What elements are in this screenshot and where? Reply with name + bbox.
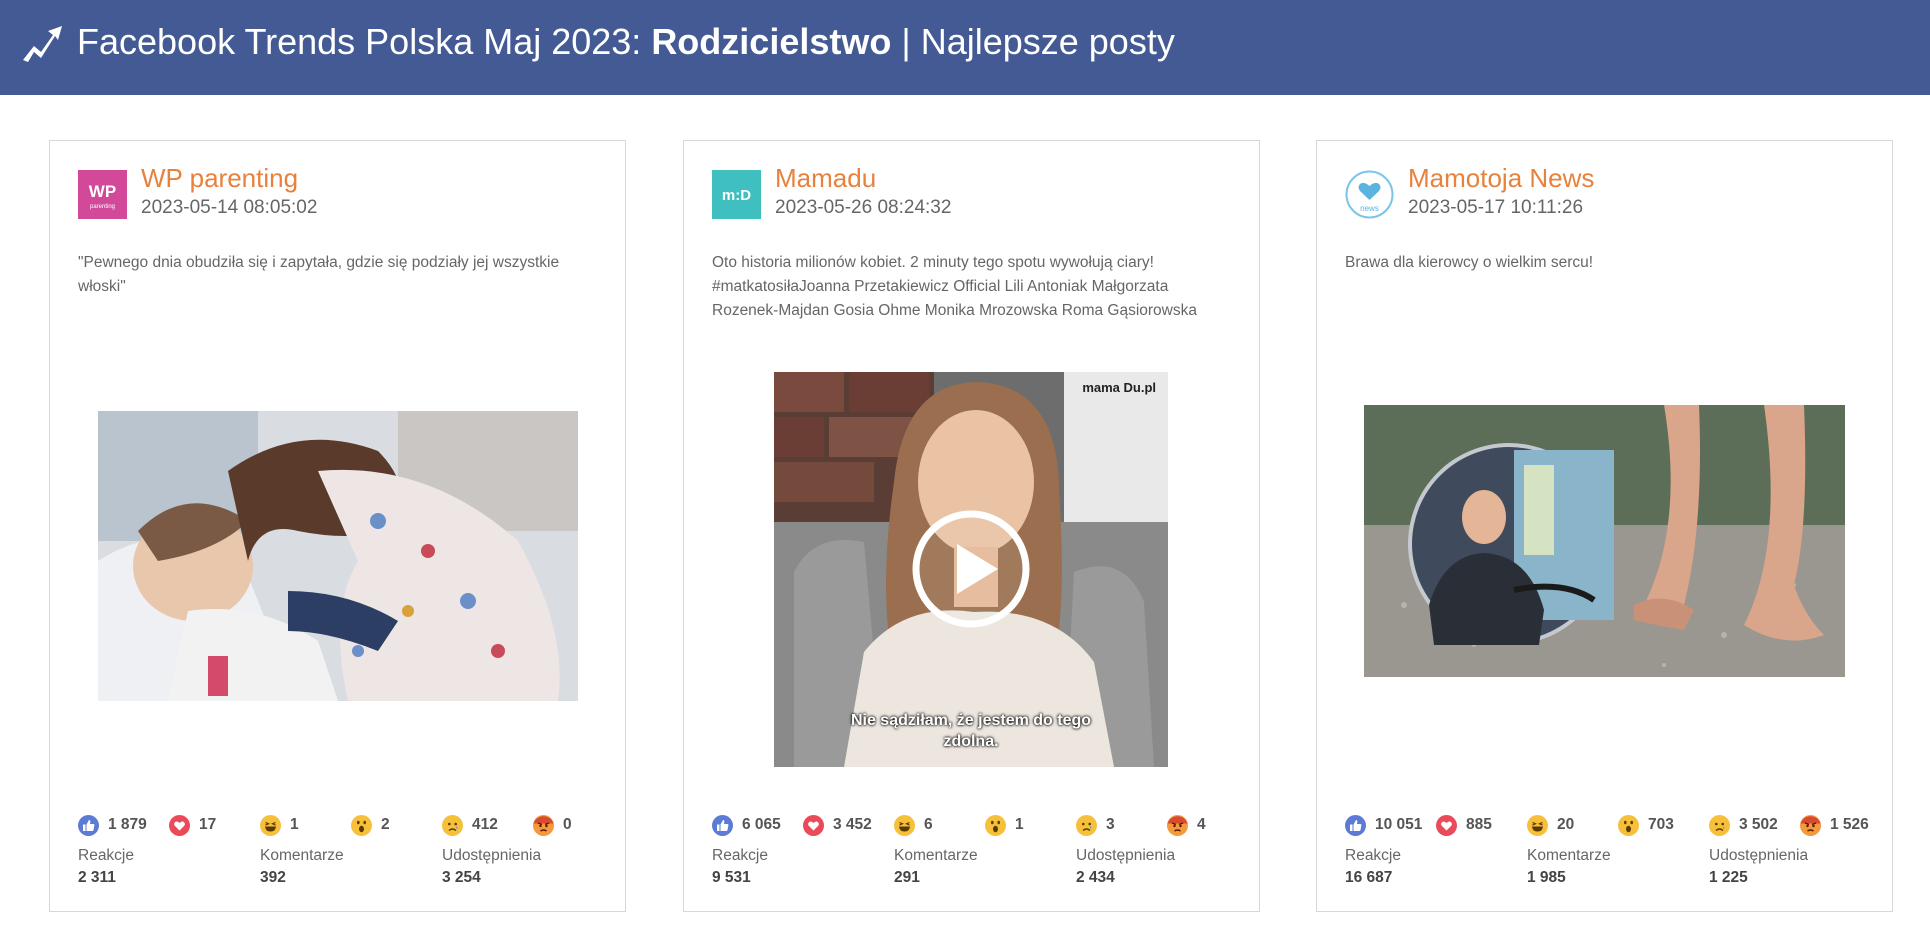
shares-total: 2 434 — [1076, 869, 1115, 886]
wow-icon — [985, 814, 1006, 836]
svg-text:news: news — [1360, 204, 1379, 213]
post-text: Brawa dla kierowcy o wielkim sercu! — [1345, 254, 1594, 271]
angry-icon — [1167, 814, 1188, 836]
angry-count: 4 — [1197, 816, 1206, 833]
reactions-label: Reakcje — [712, 847, 768, 864]
post-date: 2023-05-26 08:24:32 — [775, 197, 952, 218]
post-text: Oto historia milionów kobiet. 2 minuty t… — [712, 254, 1197, 319]
trend-arrow-icon — [23, 26, 62, 62]
comments-label: Komentarze — [1527, 847, 1611, 864]
love-icon — [1436, 814, 1457, 836]
post-text: "Pewnego dnia obudziła się i zapytała, g… — [78, 254, 560, 295]
page-header: Facebook Trends Polska Maj 2023: Rodzici… — [0, 0, 1930, 95]
comments-total: 392 — [260, 869, 286, 886]
post-card: WP parenting WP parenting 2023-05-14 08:… — [49, 140, 626, 912]
shares-total: 3 254 — [442, 869, 481, 886]
reactions-total: 9 531 — [712, 869, 751, 886]
post-card: m:D Mamadu 2023-05-26 08:24:32 Oto histo… — [683, 140, 1260, 912]
sad-icon — [442, 814, 463, 836]
post-date: 2023-05-14 08:05:02 — [141, 197, 318, 218]
haha-icon — [260, 814, 281, 836]
reactions-total: 2 311 — [78, 869, 116, 886]
comments-total: 1 985 — [1527, 869, 1566, 886]
haha-count: 1 — [290, 816, 299, 833]
shares-label: Udostępnienia — [1709, 847, 1809, 864]
post-image[interactable] — [1364, 405, 1845, 677]
video-watermark: mama Du.pl — [1082, 380, 1156, 395]
sad-icon — [1076, 814, 1097, 836]
page-name-link[interactable]: Mamotoja News — [1408, 163, 1594, 194]
like-icon — [712, 814, 733, 836]
svg-text:m:D: m:D — [722, 187, 751, 204]
like-count: 10 051 — [1375, 816, 1423, 833]
wow-count: 2 — [381, 816, 390, 833]
wow-count: 703 — [1648, 816, 1674, 833]
love-count: 3 452 — [833, 816, 872, 833]
page-title: Facebook Trends Polska Maj 2023: Rodzici… — [77, 21, 1175, 62]
post-date: 2023-05-17 10:11:26 — [1408, 197, 1584, 218]
reaction-stats: 10 051 885 20 703 3 502 1 526 — [1345, 813, 1885, 837]
page-name-link[interactable]: Mamadu — [775, 163, 876, 194]
comments-label: Komentarze — [260, 847, 344, 864]
like-count: 6 065 — [742, 816, 781, 833]
haha-icon — [894, 814, 915, 836]
reactions-total: 16 687 — [1345, 869, 1393, 886]
like-icon — [78, 814, 99, 836]
reaction-stats: 1 879 17 1 2 412 0 — [78, 813, 618, 837]
angry-count: 1 526 — [1830, 816, 1869, 833]
wp-parenting-avatar[interactable]: WP parenting — [78, 170, 127, 219]
reactions-label: Reakcje — [1345, 847, 1401, 864]
engagement-metrics: Reakcje 9 531 Komentarze 291 Udostępnienia… — [712, 845, 1252, 895]
engagement-metrics: Reakcje 16 687 Komentarze 1 985 Udostępnie… — [1345, 845, 1885, 895]
svg-text:parenting: parenting — [90, 204, 115, 210]
post-video[interactable]: mama Du.pl Nie sądziłam, że jestem do te… — [774, 372, 1168, 767]
page-name-link[interactable]: WP parenting — [141, 163, 298, 194]
reaction-stats: 6 065 3 452 6 1 3 4 — [712, 813, 1252, 837]
love-count: 17 — [199, 816, 217, 833]
sad-count: 3 — [1106, 816, 1115, 833]
angry-count: 0 — [563, 816, 572, 833]
haha-icon — [1527, 814, 1548, 836]
love-icon — [169, 814, 190, 836]
angry-icon — [533, 814, 554, 836]
shares-label: Udostępnienia — [442, 847, 542, 864]
video-caption: Nie sądziłam, że jestem do tego zdolna. — [850, 712, 1092, 750]
post-image[interactable] — [98, 411, 578, 701]
sad-count: 3 502 — [1739, 816, 1778, 833]
wow-icon — [1618, 814, 1639, 836]
wow-icon — [351, 814, 372, 836]
sad-count: 412 — [472, 816, 498, 833]
haha-count: 20 — [1557, 816, 1575, 833]
reactions-label: Reakcje — [78, 847, 134, 864]
wow-count: 1 — [1015, 816, 1024, 833]
angry-icon — [1800, 814, 1821, 836]
shares-label: Udostępnienia — [1076, 847, 1176, 864]
sad-icon — [1709, 814, 1730, 836]
play-icon[interactable] — [912, 510, 1030, 628]
haha-count: 6 — [924, 816, 933, 833]
love-icon — [803, 814, 824, 836]
mamadu-avatar[interactable]: m:D — [712, 170, 761, 219]
svg-text:WP: WP — [89, 182, 116, 201]
comments-total: 291 — [894, 869, 920, 886]
love-count: 885 — [1466, 816, 1492, 833]
mamotoja-news-avatar[interactable]: news — [1345, 170, 1394, 219]
post-card: news Mamotoja News 2023-05-17 10:11:26 B… — [1316, 140, 1893, 912]
engagement-metrics: Reakcje 2 311 Komentarze 392 Udostępnienia… — [78, 845, 618, 895]
like-icon — [1345, 814, 1366, 836]
comments-label: Komentarze — [894, 847, 978, 864]
shares-total: 1 225 — [1709, 869, 1748, 886]
like-count: 1 879 — [108, 816, 147, 833]
